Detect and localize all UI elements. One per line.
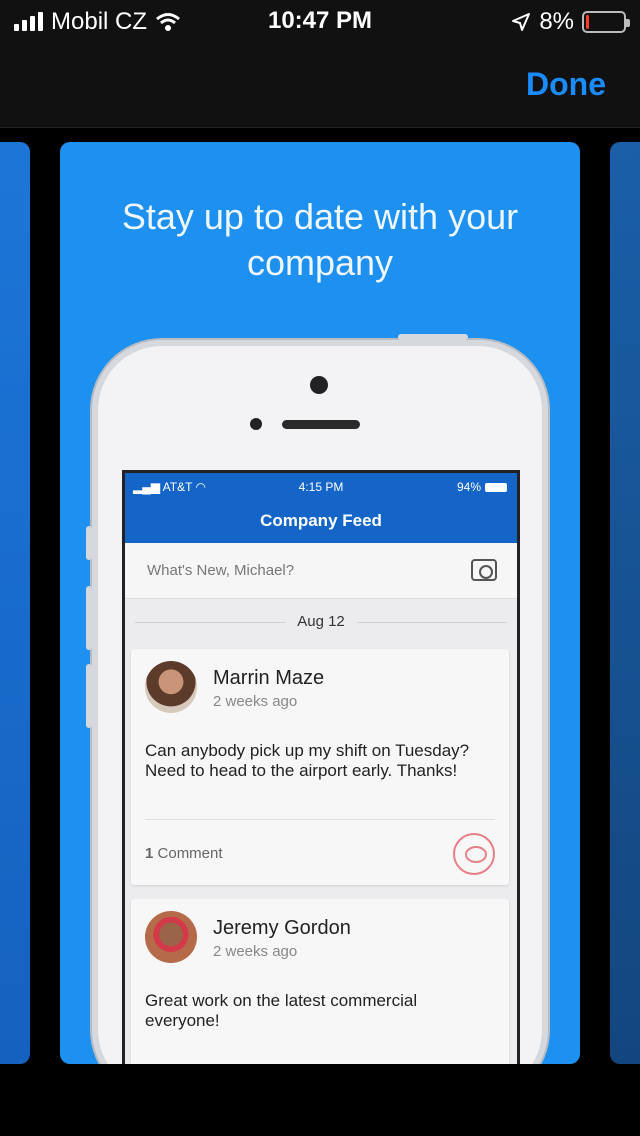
phone-mockup: ▂▄▆ AT&T ◠ 4:15 PM 94% Company Feed What… <box>86 334 548 1064</box>
status-right: 8% <box>511 8 630 36</box>
app-screen-preview: ▂▄▆ AT&T ◠ 4:15 PM 94% Company Feed What… <box>122 470 520 1064</box>
battery-icon <box>582 11 630 33</box>
preview-battery-icon <box>485 482 507 492</box>
battery-level <box>586 15 589 29</box>
comment-icon <box>453 833 495 875</box>
next-screenshot-card[interactable] <box>610 142 640 1064</box>
previous-screenshot-card[interactable] <box>0 142 30 1064</box>
phone-camera <box>310 376 328 394</box>
battery-percent: 8% <box>539 8 574 35</box>
preview-status-bar: ▂▄▆ AT&T ◠ 4:15 PM 94% <box>125 473 517 501</box>
post-author: Jeremy Gordon <box>213 917 351 939</box>
feed-post: Jeremy Gordon 2 weeks ago Great work on … <box>131 899 509 1064</box>
screenshot-card[interactable]: Stay up to date with your company ▂▄▆ AT… <box>60 142 580 1064</box>
post-comment-count: 1 Comment <box>145 845 223 862</box>
preview-composer: What's New, Michael? <box>125 543 517 599</box>
feed-post: Marrin Maze 2 weeks ago Can anybody pick… <box>131 649 509 885</box>
phone-sensor <box>250 418 262 430</box>
preview-date-label: Aug 12 <box>285 613 357 630</box>
avatar <box>145 661 197 713</box>
done-button[interactable]: Done <box>526 66 606 103</box>
preview-date-divider: Aug 12 <box>135 613 507 633</box>
avatar <box>145 911 197 963</box>
preview-composer-placeholder: What's New, Michael? <box>147 562 295 579</box>
camera-icon <box>471 559 497 581</box>
card-headline: Stay up to date with your company <box>121 196 519 283</box>
preview-header-title: Company Feed <box>125 501 517 543</box>
phone-speaker <box>282 420 360 429</box>
phone-side-button <box>86 586 92 650</box>
post-body: Great work on the latest commercial ever… <box>145 991 418 1030</box>
location-arrow-icon <box>512 13 531 31</box>
post-body: Can anybody pick up my shift on Tuesday?… <box>145 741 470 780</box>
nav-bar: Done <box>0 40 640 128</box>
phone-top-button <box>398 334 468 340</box>
preview-battery: 94% <box>457 480 507 494</box>
screenshot-carousel[interactable]: Stay up to date with your company ▂▄▆ AT… <box>0 128 640 1066</box>
post-divider <box>145 819 495 820</box>
phone-side-button <box>86 664 92 728</box>
post-author: Marrin Maze <box>213 667 325 689</box>
status-bar: Mobil CZ 10:47 PM 8% <box>0 0 640 40</box>
post-time: 2 weeks ago <box>213 693 298 710</box>
phone-side-button <box>86 526 92 560</box>
post-time: 2 weeks ago <box>213 943 298 960</box>
